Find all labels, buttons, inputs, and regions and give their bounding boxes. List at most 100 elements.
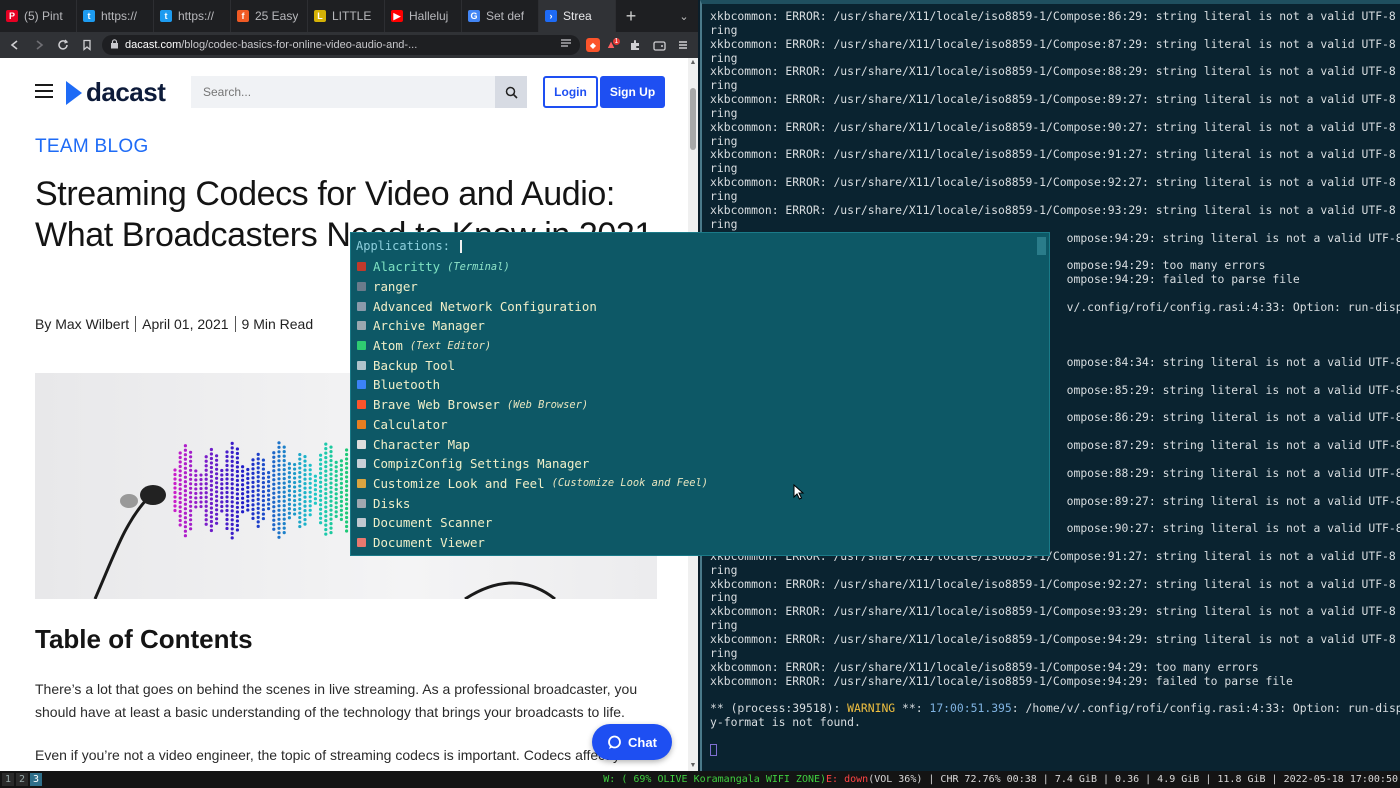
rofi-app-item[interactable]: Atom (Text Editor) (357, 336, 1037, 356)
app-name: ranger (373, 279, 418, 295)
rofi-app-item[interactable]: CompizConfig Settings Manager (357, 454, 1037, 474)
signup-button[interactable]: Sign Up (600, 76, 665, 108)
publish-date: April 01, 2021 (142, 316, 229, 332)
rofi-app-item[interactable]: Archive Manager (357, 316, 1037, 336)
extensions-icon[interactable] (626, 36, 644, 54)
url-path: /blog/codec-basics-for-online-video-audi… (181, 39, 418, 51)
rofi-app-item[interactable]: Backup Tool (357, 355, 1037, 375)
wallet-icon[interactable] (650, 36, 668, 54)
brave-rewards-icon[interactable]: ▲ 1 (606, 37, 621, 52)
reader-mode-icon[interactable] (560, 38, 572, 52)
terminal-cursor (710, 744, 717, 757)
rofi-app-item[interactable]: Alacritty (Terminal) (357, 257, 1037, 277)
chat-button[interactable]: Chat (592, 724, 672, 760)
rofi-app-item[interactable]: Disks (357, 493, 1037, 513)
terminal-line: ring (710, 562, 738, 577)
tab-label: 25 Easy (255, 9, 299, 23)
tabs: P (5) Pint t https:// t https:// f 25 Easy L LITT… (0, 0, 616, 32)
rofi-search-input[interactable] (459, 239, 462, 253)
url-domain: dacast.com (125, 39, 182, 51)
scrollbar-thumb[interactable] (690, 88, 696, 150)
status-bar: 123 W: ( 69% OLIVE Koramangala WIFI ZONE… (0, 771, 1400, 788)
menu-icon[interactable] (674, 36, 692, 54)
terminal-line: xkbcommon: ERROR: /usr/share/X11/locale/… (710, 36, 1400, 51)
terminal-line: ring (710, 78, 738, 93)
terminal-line: ring (710, 590, 738, 605)
scroll-down-icon[interactable]: ▼ (688, 761, 698, 771)
new-tab-button[interactable]: + (616, 0, 646, 32)
workspace-2[interactable]: 2 (16, 773, 28, 786)
system-stats: (VOL 36%) | CHR 72.76% 00:38 | 7.4 GiB |… (868, 774, 1398, 785)
scroll-up-icon[interactable]: ▲ (688, 58, 698, 68)
site-search (191, 76, 527, 108)
terminal-line: ring (710, 645, 738, 660)
terminal-line: xkbcommon: ERROR: /usr/share/X11/locale/… (710, 659, 1259, 674)
tab-overflow-icon[interactable]: ⌄ (670, 10, 698, 23)
browser-tab[interactable]: L LITTLE (308, 0, 385, 32)
blog-category[interactable]: TEAM BLOG (35, 136, 149, 158)
rofi-app-item[interactable]: Brave Web Browser (Web Browser) (357, 395, 1037, 415)
browser-tab[interactable]: P (5) Pint (0, 0, 77, 32)
ethernet-status: E: down (826, 774, 869, 785)
forward-icon[interactable] (30, 36, 48, 54)
browser-toolbar: dacast.com/blog/codec-basics-for-online-… (0, 32, 698, 58)
back-icon[interactable] (6, 36, 24, 54)
search-button[interactable] (495, 76, 527, 108)
search-input[interactable] (191, 76, 495, 108)
rofi-app-item[interactable]: Advanced Network Configuration (357, 296, 1037, 316)
twitter-icon: t (83, 10, 95, 22)
terminal-line: ring (710, 50, 738, 65)
tab-label: (5) Pint (24, 9, 63, 23)
app-name: Document Viewer (373, 534, 485, 550)
terminal-warning-line: ** (process:39518): WARNING **: 17:00:51… (710, 701, 1400, 716)
terminal-line: xkbcommon: ERROR: /usr/share/X11/locale/… (710, 604, 1400, 619)
app-icon (357, 341, 366, 351)
terminal-line: xkbcommon: ERROR: /usr/share/X11/locale/… (710, 92, 1400, 107)
browser-tab[interactable]: ▶ Halleluj (385, 0, 462, 32)
address-bar[interactable]: dacast.com/blog/codec-basics-for-online-… (102, 35, 580, 55)
rofi-scrollbar[interactable] (1037, 237, 1046, 255)
search-icon (505, 86, 518, 99)
brave-shields-icon[interactable]: ◆ (586, 38, 600, 52)
rofi-prompt-row: Applications: (356, 238, 462, 254)
tab-strip: P (5) Pint t https:// t https:// f 25 Easy L LITT… (0, 0, 698, 32)
terminal-line: ring (710, 105, 738, 120)
tab-label: https:// (178, 9, 215, 23)
browser-tab[interactable]: › Strea (539, 0, 616, 32)
app-icon (357, 321, 366, 331)
google-icon: G (468, 10, 480, 22)
terminal-line: xkbcommon: ERROR: /usr/share/X11/locale/… (710, 119, 1400, 134)
rofi-app-item[interactable]: ranger (357, 277, 1037, 297)
chat-label: Chat (628, 734, 657, 750)
app-icon (357, 400, 366, 410)
rofi-app-item[interactable]: Document Viewer (357, 533, 1037, 553)
rofi-app-item[interactable]: Bluetooth (357, 375, 1037, 395)
app-generic-name: (Web Browser) (506, 398, 589, 411)
app-icon (357, 301, 366, 311)
site-header: dacast Login Sign Up (6, 58, 688, 126)
login-button[interactable]: Login (543, 76, 598, 108)
rofi-app-item[interactable]: Calculator (357, 415, 1037, 435)
reload-icon[interactable] (54, 36, 72, 54)
browser-tab[interactable]: t https:// (154, 0, 231, 32)
hamburger-menu-icon[interactable] (35, 84, 53, 98)
bookmark-icon[interactable] (78, 36, 96, 54)
browser-tab[interactable]: t https:// (77, 0, 154, 32)
rofi-app-item[interactable]: Character Map (357, 434, 1037, 454)
app-icon (357, 262, 366, 272)
dacast-logo[interactable]: dacast (66, 77, 166, 108)
rofi-app-item[interactable]: Document Scanner (357, 513, 1037, 533)
workspace-1[interactable]: 1 (2, 773, 14, 786)
intro-paragraph: There’s a lot that goes on behind the sc… (35, 681, 638, 720)
tab-label: https:// (101, 9, 138, 23)
workspace-3[interactable]: 3 (30, 773, 42, 786)
author[interactable]: By Max Wilbert (35, 316, 129, 332)
rewards-badge: 1 (612, 37, 621, 45)
app-icon (357, 360, 366, 370)
app-icon (357, 419, 366, 429)
app-name: Alacritty (373, 259, 441, 275)
browser-tab[interactable]: f 25 Easy (231, 0, 308, 32)
rofi-app-item[interactable]: Customize Look and Feel (Customize Look a… (357, 474, 1037, 494)
terminal-line: xkbcommon: ERROR: /usr/share/X11/locale/… (710, 64, 1400, 79)
browser-tab[interactable]: G Set def (462, 0, 539, 32)
